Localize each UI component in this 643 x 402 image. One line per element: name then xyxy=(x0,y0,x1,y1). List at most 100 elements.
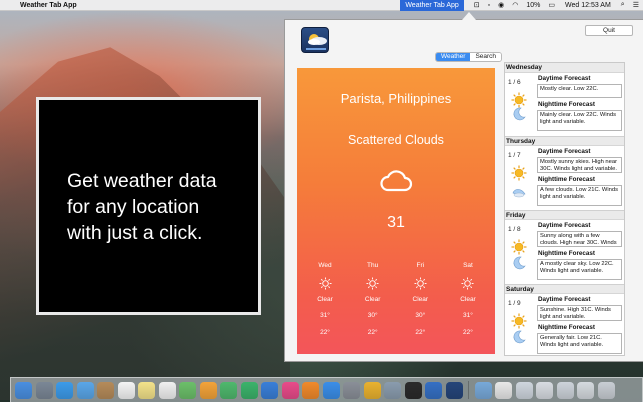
day-low: 22° xyxy=(463,329,473,336)
tab-search[interactable]: Search xyxy=(470,53,502,61)
preview-icon[interactable] xyxy=(384,381,401,399)
current-condition: Scattered Clouds xyxy=(348,133,444,147)
sun-icon xyxy=(511,313,527,329)
finder-icon[interactable] xyxy=(15,381,32,399)
day-column: Thu Clear 30° 22° xyxy=(358,262,388,336)
day-column: Wed Clear 31° 22° xyxy=(310,262,340,336)
cloudy-moon-icon xyxy=(512,189,526,198)
daytime-label: Daytime Forecast xyxy=(538,296,591,303)
quit-button[interactable]: Quit xyxy=(585,25,633,36)
day-column: Fri Clear 30° 22° xyxy=(405,262,435,336)
forecast-date: 1 / 9 xyxy=(508,300,521,307)
moon-icon xyxy=(513,107,526,121)
nighttime-text: A few clouds. Low 21C. Winds light and v… xyxy=(537,185,622,206)
weather-tab-icon[interactable] xyxy=(445,381,463,399)
photos-icon[interactable] xyxy=(199,381,217,399)
day-low: 22° xyxy=(367,329,378,336)
itunes-icon[interactable] xyxy=(281,381,299,399)
cloud-icon xyxy=(380,170,413,192)
document-icon[interactable] xyxy=(495,381,512,399)
day-name: Fri xyxy=(416,262,425,269)
numbers-icon[interactable] xyxy=(240,381,258,399)
list-icon[interactable]: ☰ xyxy=(633,1,639,9)
day-name: Sat xyxy=(463,262,473,269)
promo-line-2: for any location xyxy=(67,196,200,218)
menu-clock[interactable]: Wed 12:53 AM xyxy=(565,2,611,9)
day-high: 30° xyxy=(415,312,426,319)
window-icon[interactable] xyxy=(577,381,594,399)
launchpad-icon[interactable] xyxy=(35,381,53,399)
window-icon[interactable] xyxy=(515,381,533,399)
nighttime-label: Nighttime Forecast xyxy=(538,250,596,257)
maps-icon[interactable] xyxy=(179,381,196,399)
folder-icon[interactable] xyxy=(474,381,492,399)
sun-icon xyxy=(318,277,332,290)
moon-icon xyxy=(513,330,526,344)
eye-icon[interactable]: ◉ xyxy=(498,1,504,9)
window-icon[interactable] xyxy=(536,381,553,399)
tab-switcher: Weather Search xyxy=(435,52,503,62)
promo-line-1: Get weather data xyxy=(67,170,217,192)
reminders-icon[interactable] xyxy=(158,381,176,399)
promo-panel: Get weather data for any location with j… xyxy=(36,97,261,315)
day-condition: Clear xyxy=(412,296,429,303)
search-icon[interactable]: ⌕ xyxy=(621,1,625,9)
safari-icon[interactable] xyxy=(56,381,73,399)
xcode-icon[interactable] xyxy=(425,381,442,399)
camera-icon[interactable]: ▫ xyxy=(488,2,490,9)
city-name: Parista, Philippines xyxy=(340,91,452,106)
daytime-label: Daytime Forecast xyxy=(538,75,591,82)
moon-icon xyxy=(513,256,526,270)
daytime-text: Mostly clear. Low 22C. xyxy=(537,84,622,98)
app-menu-title[interactable]: Weather Tab App xyxy=(20,2,77,9)
daytime-text: Sunshine. High 31C. Winds light and vari… xyxy=(537,305,622,321)
nighttime-label: Nighttime Forecast xyxy=(538,101,596,108)
day-column: Sat Clear 31° 22° xyxy=(453,262,483,336)
menu-bar: Weather Tab App Weather Tab App ⊡ ▫ ◉ ◠ … xyxy=(0,0,643,11)
day-high: 31° xyxy=(320,312,330,319)
forecast-day-header: Wednesday xyxy=(505,63,624,73)
terminal-icon[interactable] xyxy=(404,381,422,399)
contacts-icon[interactable] xyxy=(97,381,114,399)
chrome-icon[interactable] xyxy=(363,381,381,399)
forecast-date: 1 / 7 xyxy=(508,152,521,159)
tab-weather[interactable]: Weather xyxy=(436,53,471,61)
day-low: 22° xyxy=(320,329,330,336)
day-high: 30° xyxy=(367,312,378,319)
daytime-label: Daytime Forecast xyxy=(538,222,591,229)
menu-bar-right: Weather Tab App ⊡ ▫ ◉ ◠ 10% ▭ Wed 12:53 … xyxy=(400,0,643,11)
forecast-list[interactable]: Wednesday 1 / 6 Daytime Forecast Mostly … xyxy=(504,62,625,356)
day-condition: Clear xyxy=(364,296,381,303)
mail-icon[interactable] xyxy=(76,381,94,399)
ibooks-icon[interactable] xyxy=(302,381,319,399)
daytime-text: Sunny along with a few clouds. High near… xyxy=(537,231,622,247)
battery-icon[interactable]: ▭ xyxy=(548,1,555,9)
wifi-icon[interactable]: ◠ xyxy=(512,1,518,9)
day-name: Thu xyxy=(367,262,379,269)
weather-tab-menu-item[interactable]: Weather Tab App xyxy=(400,0,464,11)
nighttime-label: Nighttime Forecast xyxy=(538,324,596,331)
weather-popover: Quit Weather Search Parista, Philippines… xyxy=(284,12,643,362)
battery-percent: 10% xyxy=(526,1,541,9)
keynote-icon[interactable] xyxy=(261,381,278,399)
app-store-icon[interactable] xyxy=(322,381,340,399)
notes-icon[interactable] xyxy=(138,381,155,399)
daytime-text: Mostly sunny skies. High near 30C. Winds… xyxy=(537,157,622,173)
sun-icon xyxy=(511,165,527,181)
forecast-day-header: Saturday xyxy=(505,284,624,294)
forecast-day: 1 / 9 Daytime Forecast Sunshine. High 31… xyxy=(505,294,624,355)
calendar-icon[interactable] xyxy=(117,381,135,399)
promo-text: Get weather data for any location with j… xyxy=(67,168,217,246)
system-preferences-icon[interactable] xyxy=(343,381,360,399)
window-icon[interactable] xyxy=(556,381,574,399)
menu-extra-icon[interactable]: ⊡ xyxy=(474,1,480,9)
nighttime-text: Generally fair. Low 21C. Winds light and… xyxy=(537,333,622,354)
facetime-icon[interactable] xyxy=(220,381,237,399)
sun-icon xyxy=(414,277,427,290)
current-weather-card: Parista, Philippines Scattered Clouds 31… xyxy=(297,68,495,354)
trash-icon[interactable] xyxy=(597,381,615,399)
nighttime-text: A mostly clear sky. Low 22C. Winds light… xyxy=(537,259,622,280)
sun-icon xyxy=(366,277,379,290)
dock-separator xyxy=(468,381,469,399)
daytime-label: Daytime Forecast xyxy=(538,148,591,155)
